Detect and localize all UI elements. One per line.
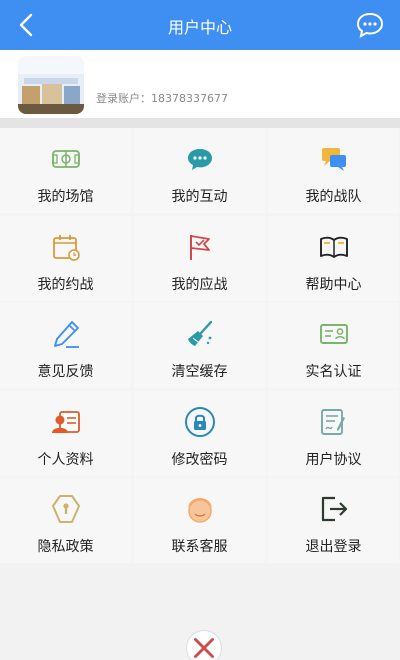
pen-icon xyxy=(54,321,79,348)
menu-item-real-name-verification[interactable]: 实名认证 xyxy=(268,303,399,388)
menu-item-feedback[interactable]: 意见反馈 xyxy=(0,303,131,388)
broom-icon xyxy=(188,320,213,346)
menu-item-my-team[interactable]: 我的战队 xyxy=(268,128,399,213)
divider xyxy=(0,118,400,128)
menu-item-label: 联系客服 xyxy=(171,539,228,555)
menu-item-label: 退出登录 xyxy=(305,539,362,555)
menu-item-label: 我的场馆 xyxy=(37,189,94,205)
menu-item-my-response[interactable]: 我的应战 xyxy=(134,216,265,301)
venue-icon xyxy=(52,150,80,168)
menu-item-label: 我的应战 xyxy=(171,277,228,293)
bottom-area xyxy=(0,564,400,660)
menu-item-label: 我的约战 xyxy=(37,277,94,293)
book-icon xyxy=(320,236,348,258)
profile-card-icon xyxy=(52,411,80,433)
page-title: 用户中心 xyxy=(167,18,232,37)
chat-icon xyxy=(188,149,212,170)
menu-item-label: 意见反馈 xyxy=(37,364,94,380)
menu-item-my-challenge[interactable]: 我的约战 xyxy=(0,216,131,301)
menu-item-user-agreement[interactable]: 用户协议 xyxy=(268,391,399,476)
top-bar: 用户中心 xyxy=(0,0,400,50)
menu-item-label: 个人资料 xyxy=(37,452,94,468)
menu-item-my-interaction[interactable]: 我的互动 xyxy=(134,128,265,213)
menu-item-clear-cache[interactable]: 清空缓存 xyxy=(134,303,265,388)
account-label: 登录账户：18378337677 xyxy=(96,92,228,105)
calendar-icon xyxy=(53,235,80,261)
profile-panel: 登录账户：18378337677 xyxy=(0,50,400,118)
menu-item-label: 用户协议 xyxy=(305,452,362,468)
menu-item-label: 修改密码 xyxy=(171,452,228,468)
crossed-swords-icon[interactable] xyxy=(186,630,222,660)
menu-item-label: 清空缓存 xyxy=(171,364,228,380)
logout-icon xyxy=(321,496,348,522)
menu-grid: 我的场馆 我的互动 我的战队 我的约战 我的应战 帮助中心 意见反馈 清空缓存 … xyxy=(0,128,400,564)
team-icon xyxy=(322,148,346,171)
document-sign-icon xyxy=(321,409,345,435)
message-bubble-icon[interactable] xyxy=(356,12,384,38)
menu-item-label: 实名认证 xyxy=(305,364,362,380)
id-card-icon xyxy=(320,324,348,344)
menu-item-contact-support[interactable]: 联系客服 xyxy=(134,478,265,563)
menu-item-change-password[interactable]: 修改密码 xyxy=(134,391,265,476)
menu-item-label: 我的互动 xyxy=(171,189,228,205)
support-face-icon xyxy=(188,498,212,523)
menu-item-help-center[interactable]: 帮助中心 xyxy=(268,216,399,301)
flag-icon xyxy=(190,235,210,260)
menu-item-logout[interactable]: 退出登录 xyxy=(268,478,399,563)
menu-item-personal-info[interactable]: 个人资料 xyxy=(0,391,131,476)
menu-item-label: 我的战队 xyxy=(305,189,362,205)
lock-icon xyxy=(185,407,215,437)
shield-icon xyxy=(52,495,80,523)
avatar[interactable] xyxy=(18,56,84,114)
menu-item-privacy-policy[interactable]: 隐私政策 xyxy=(0,478,131,563)
menu-item-my-venue[interactable]: 我的场馆 xyxy=(0,128,131,213)
menu-item-label: 帮助中心 xyxy=(305,277,362,293)
menu-item-label: 隐私政策 xyxy=(37,539,94,555)
